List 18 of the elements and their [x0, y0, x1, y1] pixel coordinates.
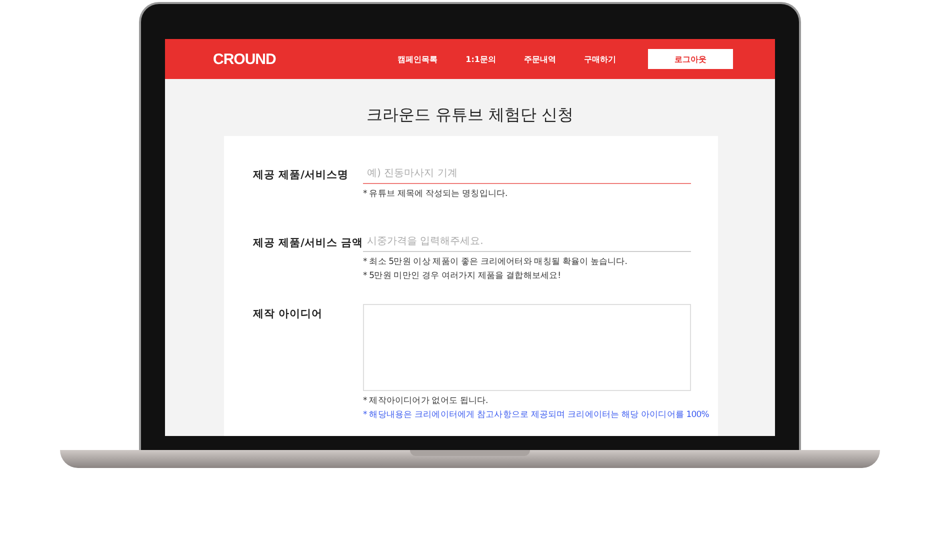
logo[interactable]: CROUND	[213, 50, 276, 68]
help-text: * 유튜브 제목에 작성되는 명칭입니다.	[363, 188, 508, 200]
nav-link[interactable]: 1:1문의	[466, 54, 496, 64]
help-text: * 해당내용은 크리에이터에게 참고사항으로 제공되며 크리에이터는 해당 아이디어를 100%	[363, 409, 709, 421]
field-label: 제공 제품/서비스 금액	[253, 236, 363, 250]
text-field[interactable]: 예) 진동마사지 기계	[363, 164, 691, 184]
logout-button[interactable]: 로그아웃	[648, 49, 733, 69]
help-text: * 제작아이디어가 없어도 됩니다.	[363, 395, 488, 407]
help-text: * 5만원 미만인 경우 여러가지 제품을 결합해보세요!	[363, 270, 561, 282]
nav-link[interactable]: 주문내역	[524, 54, 556, 64]
help-text: * 최소 5만원 이상 제품이 좋은 크리에어터와 매칭될 확율이 높습니다.	[363, 256, 628, 268]
text-field[interactable]: 시중가격을 입력해주세요.	[363, 232, 691, 252]
page-title: 크라운드 유튜브 체험단 신청	[365, 105, 575, 126]
nav-link[interactable]: 캠페인목록	[398, 54, 438, 64]
field-label: 제작 아이디어	[253, 307, 324, 321]
textarea-field[interactable]	[363, 304, 691, 391]
field-label: 제공 제품/서비스명	[253, 168, 350, 182]
nav-link[interactable]: 구매하기	[584, 54, 616, 64]
